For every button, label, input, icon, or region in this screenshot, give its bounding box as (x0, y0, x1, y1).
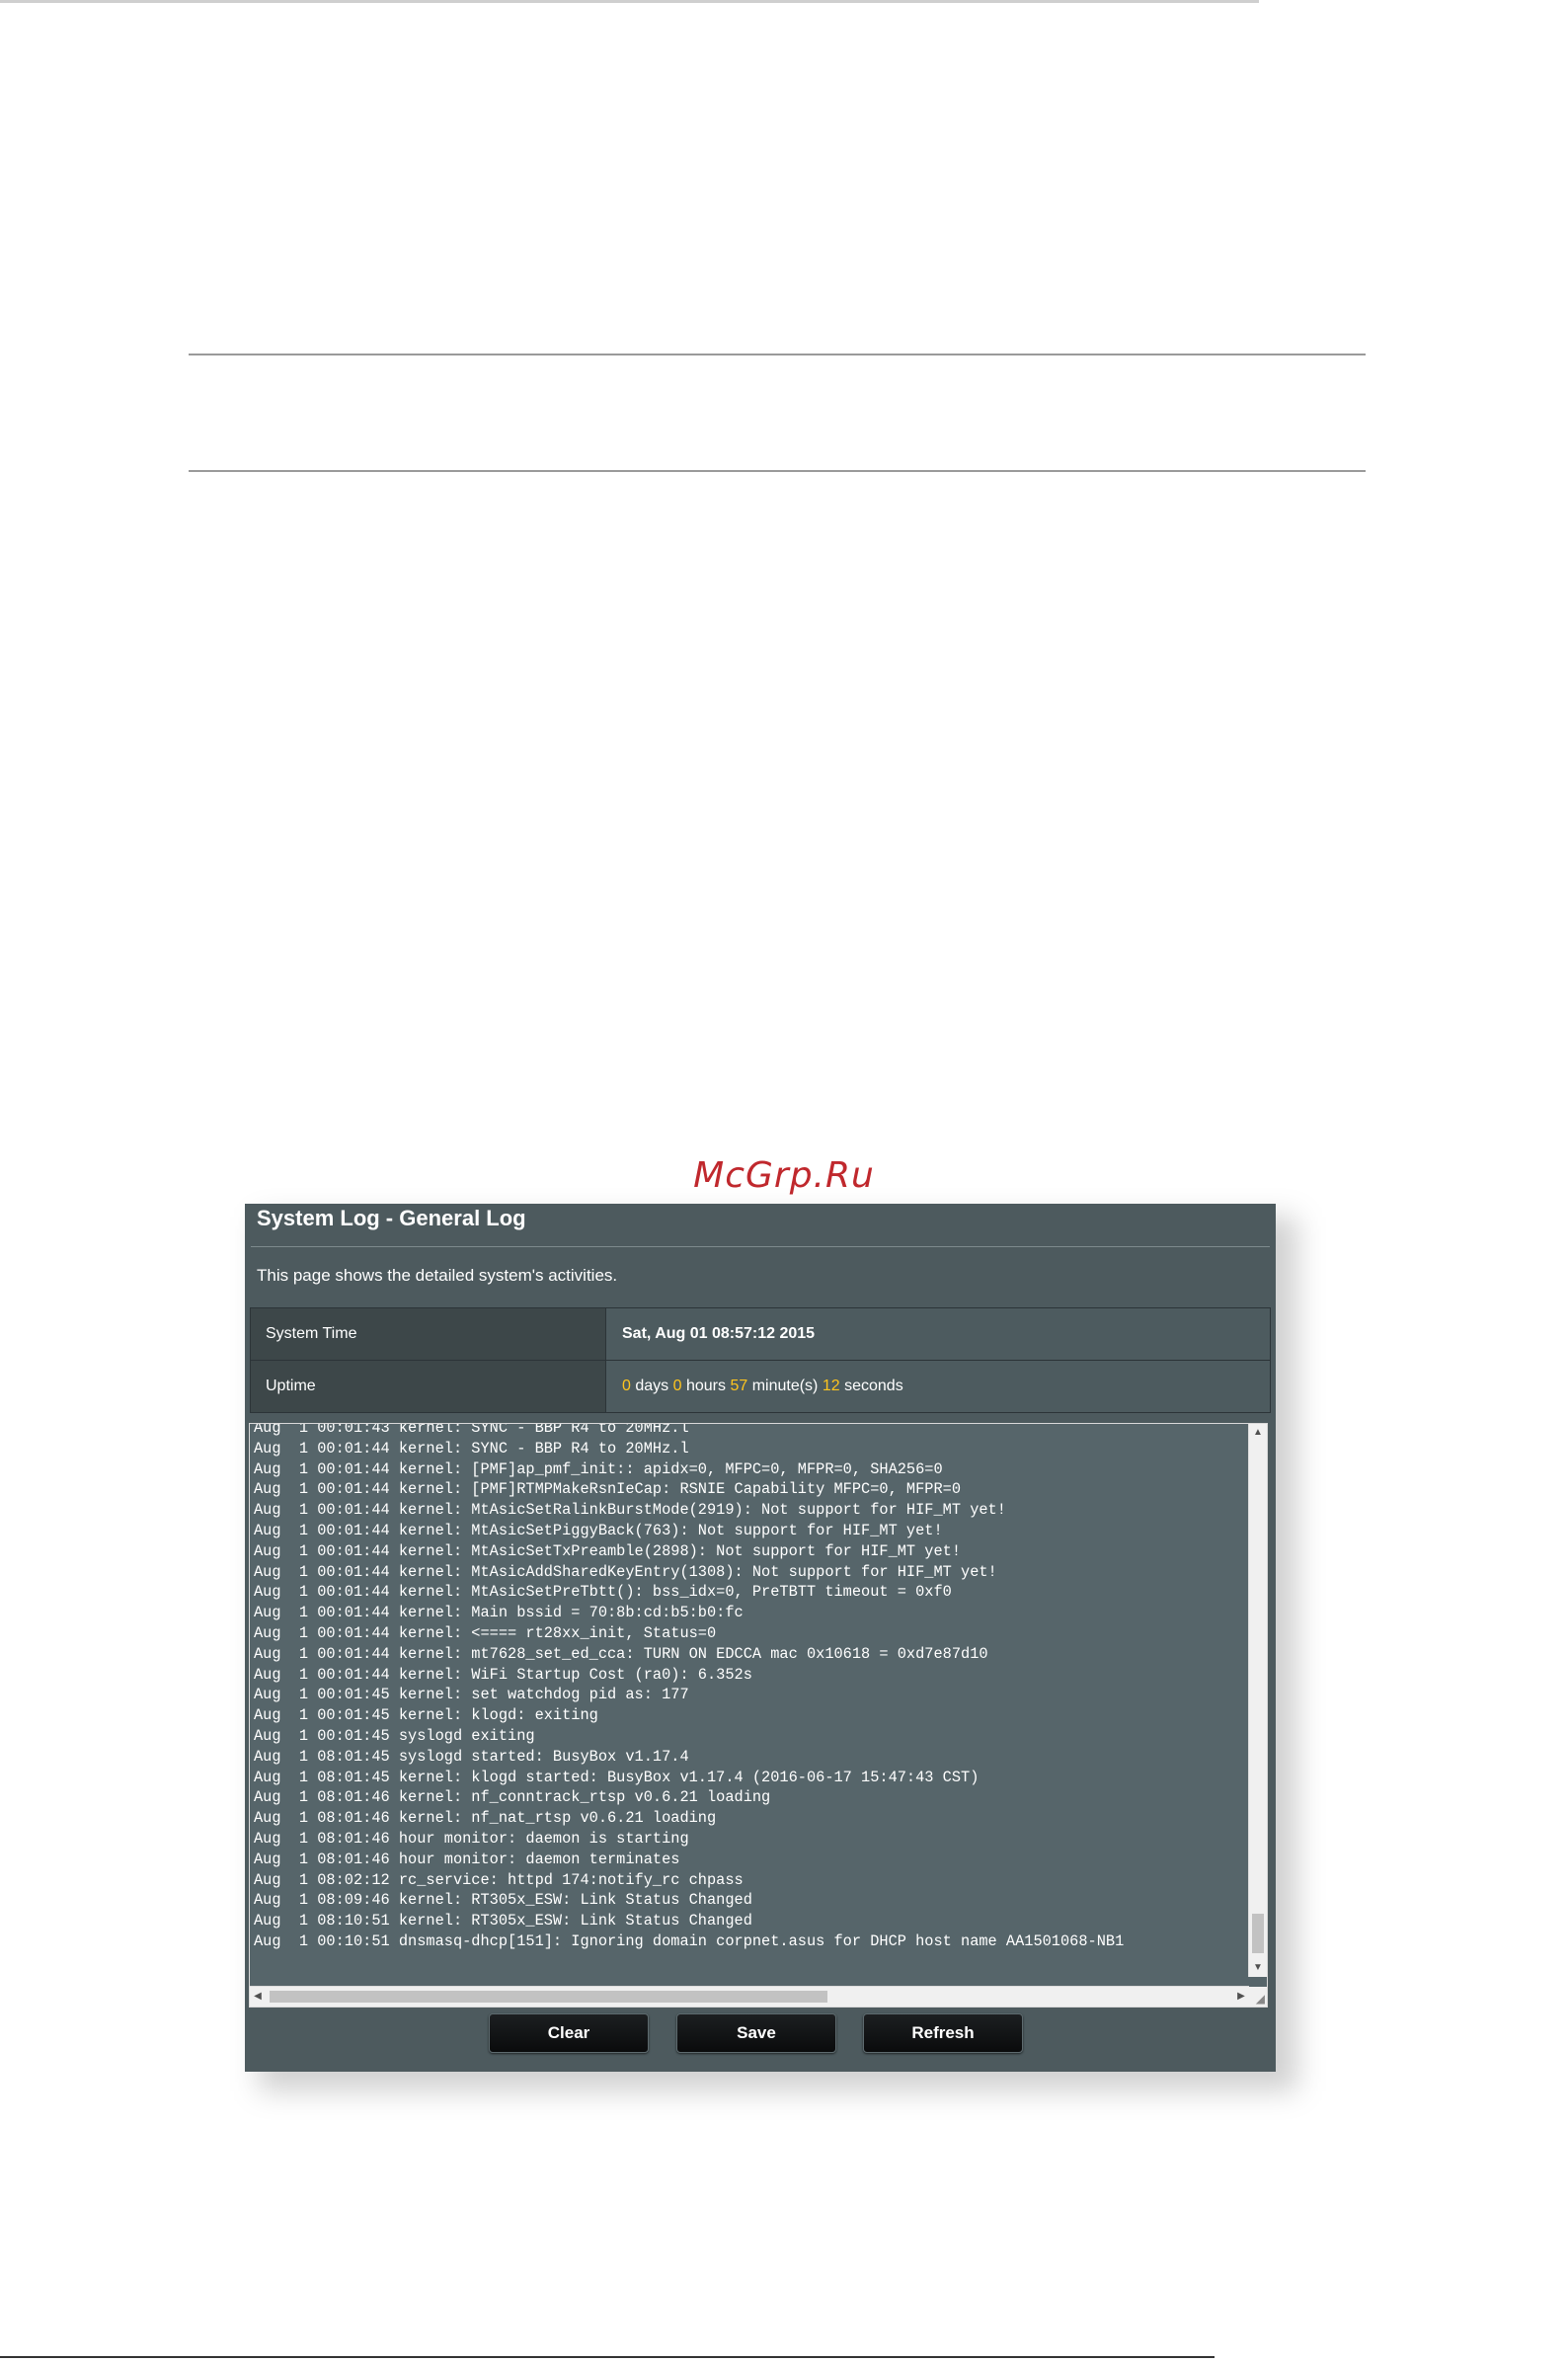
log-line: Aug 1 00:10:51 dnsmasq-dhcp[151]: Ignori… (254, 1931, 1125, 1950)
log-line: Aug 1 00:01:44 kernel: MtAsicSetPreTbtt(… (254, 1583, 952, 1602)
log-line: Aug 1 00:01:44 kernel: WiFi Startup Cost… (254, 1665, 752, 1684)
log-line: Aug 1 00:01:44 kernel: MtAsicAddSharedKe… (254, 1562, 997, 1581)
log-line: Aug 1 08:01:46 kernel: nf_conntrack_rtsp… (254, 1788, 771, 1807)
log-line: Aug 1 08:01:46 hour monitor: daemon is s… (254, 1829, 689, 1848)
uptime-value: 0 days 0 hours 57 minute(s) 12 seconds (605, 1360, 1271, 1413)
scroll-up-arrow-icon[interactable]: ▲ (1249, 1424, 1267, 1442)
divider-top (189, 354, 1366, 355)
uptime-minutes-unit: minute(s) (751, 1378, 819, 1394)
log-line: Aug 1 00:01:44 kernel: [PMF]RTMPMakeRsnI… (254, 1480, 962, 1499)
system-time-label: System Time (250, 1307, 606, 1361)
panel-description: This page shows the detailed system's ac… (257, 1266, 618, 1285)
system-time-value: Sat, Aug 01 08:57:12 2015 (605, 1307, 1271, 1361)
scroll-left-arrow-icon[interactable]: ◀ (250, 1987, 266, 2007)
system-log-panel: System Log - General Log This page shows… (245, 1204, 1276, 2072)
status-table: System Time Sat, Aug 01 08:57:12 2015 Up… (250, 1307, 1271, 1413)
horizontal-scrollbar[interactable]: ◀ ▶ (250, 1986, 1249, 2007)
log-line: Aug 1 00:01:44 kernel: mt7628_set_ed_cca… (254, 1644, 988, 1663)
uptime-hours-unit: hours (685, 1378, 726, 1394)
log-line: Aug 1 00:01:45 kernel: set watchdog pid … (254, 1686, 689, 1704)
log-line: Aug 1 00:01:44 kernel: MtAsicSetTxPreamb… (254, 1541, 962, 1560)
log-line: Aug 1 00:01:45 syslogd exiting (254, 1726, 535, 1745)
footer-divider (0, 0, 1259, 3)
vertical-scrollbar[interactable]: ▲ ▼ (1248, 1424, 1267, 1977)
uptime-seconds: 12 (822, 1378, 840, 1394)
uptime-row: Uptime 0 days 0 hours 57 minute(s) 12 se… (250, 1360, 1271, 1413)
refresh-button[interactable]: Refresh (863, 2013, 1023, 2053)
log-line: Aug 1 08:01:46 hour monitor: daemon term… (254, 1850, 680, 1868)
log-textarea[interactable]: Aug 1 00:01:43 kernel: SYNC - BBP R4 to … (249, 1423, 1268, 2008)
resize-grip-icon[interactable]: ◢ (1256, 1993, 1265, 2005)
horizontal-scroll-thumb[interactable] (270, 1991, 827, 2003)
uptime-seconds-unit: seconds (844, 1378, 903, 1394)
uptime-days: 0 (622, 1378, 631, 1394)
uptime-label: Uptime (250, 1360, 606, 1413)
system-time-row: System Time Sat, Aug 01 08:57:12 2015 (250, 1307, 1271, 1361)
log-line: Aug 1 08:10:51 kernel: RT305x_ESW: Link … (254, 1912, 752, 1930)
resize-corner[interactable]: ◢ (1249, 1987, 1267, 2007)
log-line: Aug 1 08:09:46 kernel: RT305x_ESW: Link … (254, 1891, 752, 1910)
page-bottom-border (0, 2356, 1215, 2358)
uptime-minutes: 57 (730, 1378, 748, 1394)
log-line: Aug 1 00:01:44 kernel: Main bssid = 70:8… (254, 1604, 744, 1622)
log-line: Aug 1 00:01:44 kernel: [PMF]ap_pmf_init:… (254, 1459, 943, 1478)
log-line: Aug 1 00:01:44 kernel: MtAsicSetRalinkBu… (254, 1501, 1006, 1520)
log-line: Aug 1 08:01:45 syslogd started: BusyBox … (254, 1747, 689, 1766)
log-line: Aug 1 08:01:45 kernel: klogd started: Bu… (254, 1768, 980, 1786)
uptime-hours: 0 (672, 1378, 682, 1394)
log-line: Aug 1 08:01:46 kernel: nf_nat_rtsp v0.6.… (254, 1809, 717, 1828)
vertical-scroll-thumb[interactable] (1252, 1914, 1264, 1953)
log-line: Aug 1 00:01:44 kernel: SYNC - BBP R4 to … (254, 1439, 689, 1457)
scroll-right-arrow-icon[interactable]: ▶ (1233, 1987, 1249, 2007)
watermark: McGrp.Ru (693, 1155, 875, 1196)
scroll-down-arrow-icon[interactable]: ▼ (1249, 1959, 1267, 1977)
log-line: Aug 1 00:01:43 kernel: SYNC - BBP R4 to … (254, 1423, 689, 1437)
log-line: Aug 1 00:01:44 kernel: <==== rt28xx_init… (254, 1623, 717, 1642)
save-button[interactable]: Save (676, 2013, 836, 2053)
log-line: Aug 1 08:02:12 rc_service: httpd 174:not… (254, 1870, 744, 1889)
divider-middle (189, 470, 1366, 472)
panel-title: System Log - General Log (257, 1206, 526, 1230)
uptime-days-unit: days (635, 1378, 669, 1394)
log-line: Aug 1 00:01:44 kernel: MtAsicSetPiggyBac… (254, 1521, 943, 1539)
title-divider (251, 1246, 1270, 1247)
log-line: Aug 1 00:01:45 kernel: klogd: exiting (254, 1706, 598, 1725)
clear-button[interactable]: Clear (489, 2013, 649, 2053)
log-lines: Aug 1 00:01:43 kernel: SYNC - BBP R4 to … (254, 1423, 1237, 1952)
